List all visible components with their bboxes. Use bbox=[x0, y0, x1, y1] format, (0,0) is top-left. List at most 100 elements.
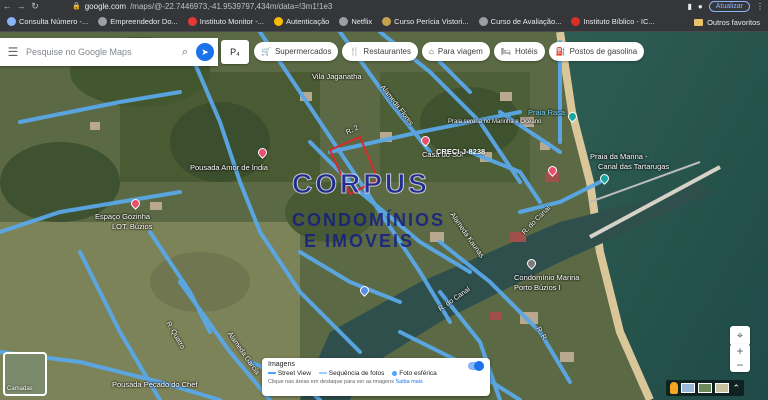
chip-label: Supermercados bbox=[274, 47, 332, 56]
legend-sequencia-label: Sequência de fotos bbox=[328, 370, 385, 377]
bookmark-item[interactable]: Consulta Número -... bbox=[2, 17, 93, 26]
bookmark-label: Curso Perícia Vistori... bbox=[394, 17, 469, 26]
reload-icon[interactable]: ↻ bbox=[28, 1, 42, 12]
bookmark-favicon-icon bbox=[339, 17, 349, 26]
profile-avatar[interactable]: ● bbox=[698, 2, 703, 11]
bookmark-favicon-icon bbox=[187, 17, 197, 26]
images-note: Clique nas áreas em destaque para ver as… bbox=[268, 379, 484, 385]
map-label-espaco-2[interactable]: LOT. Búzios bbox=[112, 222, 152, 231]
chip-label: Hotéis bbox=[514, 47, 538, 56]
map-label-vila[interactable]: Vila Jaganatha bbox=[312, 72, 362, 81]
bookmark-item[interactable]: Instituto Monitor -... bbox=[183, 17, 269, 26]
chip-label: Postos de gasolina bbox=[569, 47, 638, 56]
zoom-out-button[interactable]: − bbox=[730, 358, 750, 372]
bookmark-favicon-icon bbox=[382, 17, 392, 26]
bookmark-item[interactable]: Instituto Bíblico - IC... bbox=[566, 17, 659, 26]
imagery-thumb-2[interactable] bbox=[698, 383, 713, 393]
map-label-condominio[interactable]: Condomínio Marina bbox=[514, 273, 579, 282]
my-location-button[interactable]: ⌖ bbox=[730, 326, 750, 346]
bookmark-favicon-icon bbox=[273, 17, 283, 26]
images-legend: Street View Sequência de fotos Foto esfé… bbox=[268, 370, 484, 377]
search-icon[interactable]: ⌕ bbox=[174, 46, 196, 59]
more-menu-icon[interactable]: ⋮ bbox=[756, 2, 764, 11]
bookmark-favicon-icon bbox=[7, 17, 16, 26]
menu-icon[interactable]: ☰ bbox=[0, 45, 26, 59]
legend-street-view-label: Street View bbox=[277, 370, 311, 377]
bookmark-label: Netflix bbox=[351, 17, 373, 26]
toolbar-right: ▮ ● Atualizar ⋮ bbox=[688, 0, 764, 12]
chip-hot-is[interactable]: 🛏 Hotéis bbox=[493, 42, 545, 61]
images-panel-title: Imagens bbox=[268, 361, 295, 368]
bookmark-item[interactable]: Empreendedor Do... bbox=[93, 17, 183, 26]
street-view-line-icon bbox=[268, 372, 276, 375]
bookmark-label: Instituto Monitor -... bbox=[199, 17, 264, 26]
saiba-mais-link[interactable]: Saiba mais bbox=[396, 379, 423, 385]
legend-foto-esferica-label: Foto esférica bbox=[399, 370, 437, 377]
other-favorites-label: Outros favoritos bbox=[707, 17, 760, 27]
chip-label: Para viagem bbox=[437, 47, 483, 56]
map-label-praia-marina[interactable]: Praia da Marina - bbox=[590, 152, 648, 161]
sidepanel-icon[interactable]: ▮ bbox=[688, 2, 692, 11]
map-label-rasa-desc: Praia serena no Marinha e Oceano bbox=[448, 119, 542, 125]
bookmark-favicon-icon bbox=[98, 17, 108, 26]
bookmark-favicon-icon bbox=[571, 17, 581, 26]
chip-icon: 🛒 bbox=[261, 47, 271, 56]
pegman-icon[interactable] bbox=[670, 382, 679, 394]
map-label-espaco[interactable]: Espaço Gozinha bbox=[95, 212, 150, 221]
bookmark-label: Autenticação bbox=[285, 17, 330, 26]
chip-para-viagem[interactable]: ⌂ Para viagem bbox=[422, 42, 490, 61]
images-panel: Imagens Street View Sequência de fotos F… bbox=[262, 358, 490, 396]
url-path: /maps/@-22.7446973,-41.9539797,434m/data… bbox=[130, 1, 333, 11]
lock-icon: 🔒 bbox=[72, 3, 81, 10]
satellite-map[interactable]: Vila Jaganatha Alameda Flores Pousada Am… bbox=[0, 32, 768, 400]
expand-icon[interactable]: ⌃ bbox=[732, 383, 740, 394]
directions-icon[interactable]: ➤ bbox=[196, 43, 214, 61]
sequence-line-icon bbox=[318, 372, 327, 375]
bookmark-label: Curso de Avaliação... bbox=[490, 17, 562, 26]
legend-street-view: Street View bbox=[268, 370, 311, 377]
bookmark-label: Consulta Número -... bbox=[19, 17, 89, 26]
imagery-thumb-3[interactable] bbox=[715, 383, 730, 393]
zoom-in-button[interactable]: + bbox=[730, 344, 750, 358]
bookmark-label: Instituto Bíblico - IC... bbox=[583, 17, 655, 26]
back-arrow-icon[interactable]: ← bbox=[0, 1, 14, 11]
address-bar: ← → ↻ 🔒 google.com/maps/@-22.7446973,-41… bbox=[0, 0, 768, 12]
bookmarks-bar: Consulta Número -... Empreendedor Do... In… bbox=[0, 12, 768, 32]
chip-restaurantes[interactable]: 🍴 Restaurantes bbox=[342, 42, 419, 61]
search-box: ☰ Pesquise no Google Maps ⌕ ➤ bbox=[0, 38, 218, 66]
folder-icon bbox=[694, 18, 704, 26]
images-toggle[interactable] bbox=[468, 361, 484, 371]
category-chips: 🛒 Supermercados 🍴 Restaurantes ⌂ Para viagem 🛏… bbox=[254, 42, 645, 61]
images-note-text: Clique nas áreas em destaque para ver as… bbox=[268, 379, 394, 385]
legend-sequencia: Sequência de fotos bbox=[318, 370, 385, 377]
bookmark-item[interactable]: Autenticação bbox=[269, 17, 334, 26]
chip-label: Restaurantes bbox=[363, 47, 412, 56]
chip-postos-de-gasolina[interactable]: ⛽ Postos de gasolina bbox=[548, 42, 645, 61]
map-bottom-bar: ⌃ bbox=[666, 380, 744, 396]
map-label-pousada-pecado[interactable]: Pousada Pecado do Chef bbox=[112, 380, 197, 389]
bookmark-item[interactable]: Netflix bbox=[334, 17, 377, 26]
bookmark-favicon-icon bbox=[478, 17, 488, 26]
chip-icon: 🛏 bbox=[500, 47, 511, 56]
map-label-canal-tartarugas[interactable]: Canal das Tartarugas bbox=[598, 162, 669, 171]
other-favorites[interactable]: Outros favoritos bbox=[694, 12, 760, 31]
map-label-praia-rasa[interactable]: Praia Rasa bbox=[528, 108, 565, 117]
forward-arrow-icon[interactable]: → bbox=[14, 1, 28, 11]
update-button[interactable]: Atualizar bbox=[708, 0, 750, 12]
zoom-controls: + − bbox=[730, 344, 750, 372]
sphere-dot-icon bbox=[392, 370, 398, 376]
url-field[interactable]: 🔒 google.com/maps/@-22.7446973,-41.95397… bbox=[72, 2, 332, 11]
bookmark-item[interactable]: Curso Perícia Vistori... bbox=[377, 17, 473, 26]
chip-supermercados[interactable]: 🛒 Supermercados bbox=[254, 42, 339, 61]
search-input[interactable]: Pesquise no Google Maps bbox=[26, 47, 174, 57]
map-label-pousada-amor[interactable]: Pousada Amor de Índia bbox=[190, 163, 268, 172]
layers-button[interactable]: Camadas bbox=[3, 352, 47, 396]
bookmark-item[interactable]: Curso de Avaliação... bbox=[474, 17, 567, 26]
map-label-casa[interactable]: Casa do Sol bbox=[422, 150, 463, 159]
chip-icon: 🍴 bbox=[349, 47, 360, 56]
p-button[interactable]: P₄ bbox=[221, 40, 249, 64]
imagery-thumb-1[interactable] bbox=[681, 383, 696, 393]
map-label-condominio-2[interactable]: Porto Búzios I bbox=[514, 283, 561, 292]
url-host: google.com bbox=[84, 1, 127, 11]
layers-label: Camadas bbox=[7, 386, 33, 392]
